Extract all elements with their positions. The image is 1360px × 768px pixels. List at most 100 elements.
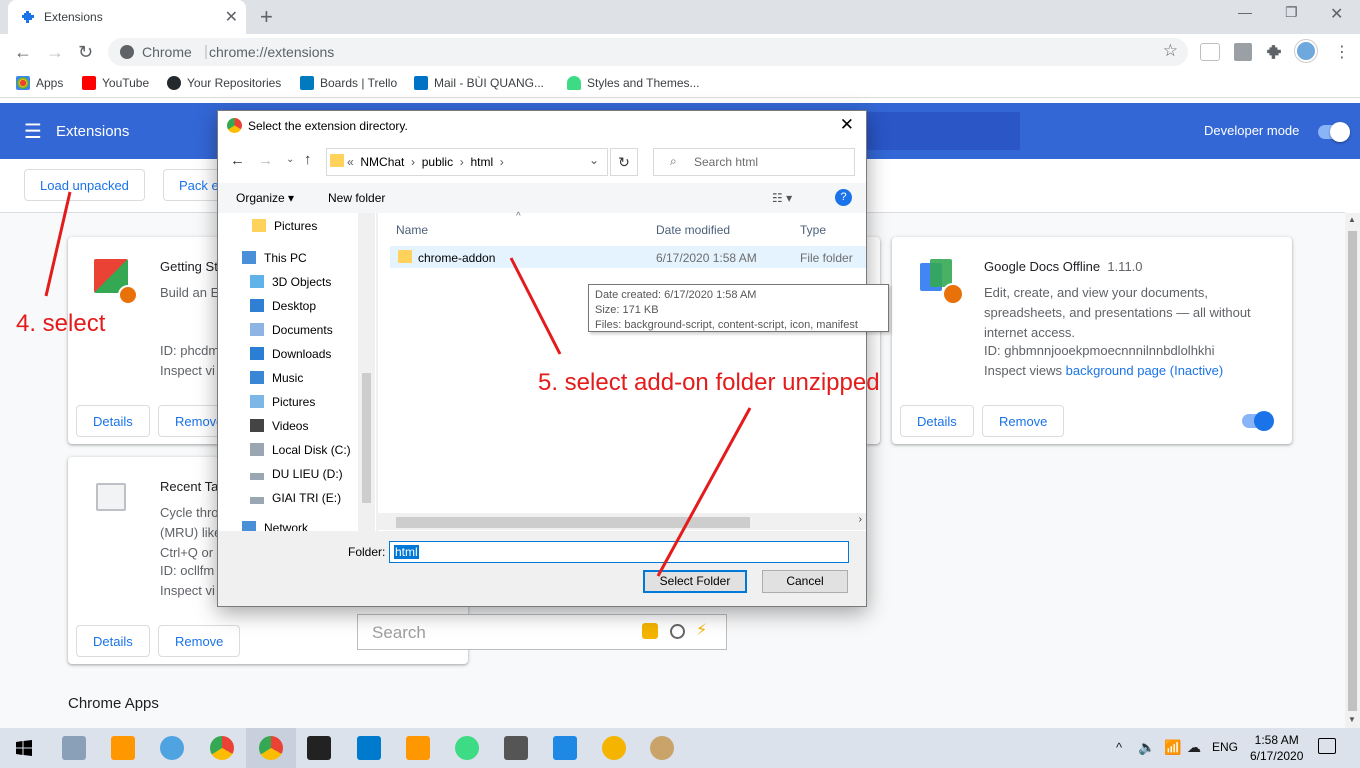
tree-item-downloads[interactable]: Downloads bbox=[250, 347, 331, 361]
scroll-right-icon[interactable]: › bbox=[859, 514, 862, 525]
tab-extensions[interactable]: Extensions ✕ bbox=[8, 0, 246, 34]
load-unpacked-button[interactable]: Load unpacked bbox=[24, 169, 145, 201]
search-widget[interactable]: Search ⚡ bbox=[357, 614, 727, 650]
details-button[interactable]: Details bbox=[900, 405, 974, 437]
sublime-text-icon[interactable] bbox=[406, 736, 430, 760]
tree-item-videos[interactable]: Videos bbox=[250, 419, 308, 433]
chrome-icon[interactable] bbox=[210, 736, 234, 760]
omnibox-url[interactable]: chrome://extensions bbox=[209, 44, 334, 60]
address-bar[interactable]: « NMChat › public › html › ⌄ bbox=[326, 148, 608, 176]
show-hidden-icons-icon[interactable]: ^ bbox=[1116, 740, 1122, 755]
tree-item-music[interactable]: Music bbox=[250, 371, 303, 385]
window-close-icon[interactable]: ✕ bbox=[1330, 4, 1343, 24]
tab-close-icon[interactable]: ✕ bbox=[225, 7, 238, 27]
browser-icon[interactable] bbox=[160, 736, 184, 760]
kebab-menu-icon[interactable]: ⋮ bbox=[1334, 42, 1350, 62]
help-icon[interactable]: ? bbox=[835, 189, 852, 206]
extension-enable-toggle[interactable] bbox=[1242, 411, 1274, 431]
android-studio-icon[interactable] bbox=[455, 736, 479, 760]
scrollbar-thumb[interactable] bbox=[396, 517, 750, 528]
details-button[interactable]: Details bbox=[76, 405, 150, 437]
minimize-icon[interactable]: — bbox=[1238, 4, 1252, 20]
dialog-close-icon[interactable]: ✕ bbox=[840, 115, 854, 135]
cloud-icon[interactable]: ☁ bbox=[1187, 739, 1201, 756]
column-type[interactable]: Type bbox=[800, 223, 826, 237]
tree-item-this-pc[interactable]: This PC bbox=[242, 251, 307, 265]
recent-dropdown-icon[interactable]: ⌄ bbox=[286, 154, 294, 165]
background-page-link[interactable]: background page (Inactive) bbox=[1066, 363, 1224, 378]
app-icon[interactable] bbox=[602, 736, 626, 760]
breadcrumb-item[interactable]: NMChat bbox=[360, 155, 404, 169]
bookmark-star-icon[interactable]: ☆ bbox=[1163, 41, 1178, 61]
navigation-scrollbar[interactable] bbox=[358, 213, 375, 531]
folder-input[interactable]: html bbox=[389, 541, 849, 563]
sublime-text-icon[interactable] bbox=[111, 736, 135, 760]
bookmark-apps[interactable]: Apps bbox=[16, 76, 63, 90]
scroll-down-icon[interactable]: ▼ bbox=[1348, 715, 1356, 724]
scroll-up-icon[interactable]: ▲ bbox=[1348, 215, 1356, 224]
tree-item-network[interactable]: Network bbox=[242, 521, 308, 531]
forward-icon[interactable]: → bbox=[46, 42, 64, 63]
language-indicator[interactable]: ENG bbox=[1212, 740, 1238, 754]
scrollbar-thumb[interactable] bbox=[1348, 231, 1357, 711]
notifications-icon[interactable] bbox=[1318, 738, 1336, 754]
wps-icon[interactable] bbox=[553, 736, 577, 760]
scrollbar-thumb[interactable] bbox=[362, 373, 371, 503]
clock-icon[interactable] bbox=[670, 624, 685, 639]
remove-button[interactable]: Remove bbox=[982, 405, 1065, 437]
tree-item-pictures[interactable]: Pictures bbox=[250, 395, 315, 409]
volume-icon[interactable]: 🔈 bbox=[1138, 739, 1155, 756]
details-button[interactable]: Details bbox=[76, 625, 150, 657]
file-list-scrollbar[interactable]: › bbox=[378, 513, 866, 530]
organize-button[interactable]: Organize ▾ bbox=[236, 191, 294, 205]
wifi-icon[interactable]: 📶 bbox=[1164, 739, 1181, 756]
breadcrumb-item[interactable]: html bbox=[470, 155, 493, 169]
back-icon[interactable]: ← bbox=[14, 42, 32, 63]
up-icon[interactable]: ↑ bbox=[304, 151, 312, 168]
column-date[interactable]: Date modified bbox=[656, 223, 730, 237]
bookmark-github[interactable]: Your Repositories bbox=[167, 76, 281, 90]
new-folder-button[interactable]: New folder bbox=[328, 191, 385, 205]
column-name[interactable]: Name bbox=[396, 223, 428, 237]
omnibox[interactable]: Chrome | chrome://extensions ☆ bbox=[108, 38, 1188, 66]
bookmark-youtube[interactable]: YouTube bbox=[82, 76, 149, 90]
lightning-icon[interactable]: ⚡ bbox=[696, 620, 707, 640]
extension-icon[interactable] bbox=[1200, 43, 1220, 61]
bookmark-styles[interactable]: Styles and Themes... bbox=[567, 76, 700, 90]
tree-item-desktop[interactable]: Desktop bbox=[250, 299, 316, 313]
back-icon[interactable]: ← bbox=[230, 152, 245, 169]
file-explorer-icon[interactable] bbox=[62, 736, 86, 760]
hamburger-menu-icon[interactable]: ☰ bbox=[24, 119, 42, 144]
view-options-icon[interactable]: ☷ ▾ bbox=[772, 191, 792, 205]
restore-icon[interactable]: ❐ bbox=[1285, 4, 1298, 21]
tree-item-du-lieu[interactable]: DU LIEU (D:) bbox=[250, 467, 343, 481]
tree-item-giai-tri[interactable]: GIAI TRI (E:) bbox=[250, 491, 341, 505]
refresh-icon[interactable]: ↻ bbox=[610, 148, 638, 176]
bookmark-trello[interactable]: Boards | Trello bbox=[300, 76, 397, 90]
bookmark-heart-icon[interactable] bbox=[642, 623, 658, 639]
breadcrumb-item[interactable]: public bbox=[422, 155, 453, 169]
chevron-down-icon[interactable]: ⌄ bbox=[589, 153, 599, 167]
developer-mode-toggle[interactable] bbox=[1318, 122, 1350, 142]
page-scrollbar[interactable]: ▲ ▼ bbox=[1345, 213, 1360, 728]
vscode-icon[interactable] bbox=[357, 736, 381, 760]
cancel-button[interactable]: Cancel bbox=[762, 570, 848, 593]
chrome-icon[interactable] bbox=[259, 736, 283, 760]
forward-icon[interactable]: → bbox=[258, 152, 273, 169]
extensions-search[interactable] bbox=[860, 112, 1020, 150]
clock[interactable]: 1:58 AM 6/17/2020 bbox=[1250, 732, 1303, 764]
windows-start-icon[interactable] bbox=[16, 740, 32, 756]
search-input[interactable]: ⌕ Search html bbox=[653, 148, 855, 176]
avatar[interactable] bbox=[1295, 40, 1317, 62]
extension-icon[interactable] bbox=[1234, 43, 1252, 61]
tree-item-local-disk[interactable]: Local Disk (C:) bbox=[250, 443, 351, 457]
reload-icon[interactable]: ↻ bbox=[78, 42, 93, 63]
paint-icon[interactable] bbox=[650, 736, 674, 760]
new-tab-icon[interactable]: + bbox=[260, 4, 273, 30]
terminal-icon[interactable] bbox=[307, 736, 331, 760]
app-icon[interactable] bbox=[504, 736, 528, 760]
tree-item-documents[interactable]: Documents bbox=[250, 323, 333, 337]
tree-item-3d-objects[interactable]: 3D Objects bbox=[250, 275, 331, 289]
select-folder-button[interactable]: Select Folder bbox=[643, 570, 747, 593]
bookmark-mail[interactable]: Mail - BÙI QUANG... bbox=[414, 76, 544, 90]
